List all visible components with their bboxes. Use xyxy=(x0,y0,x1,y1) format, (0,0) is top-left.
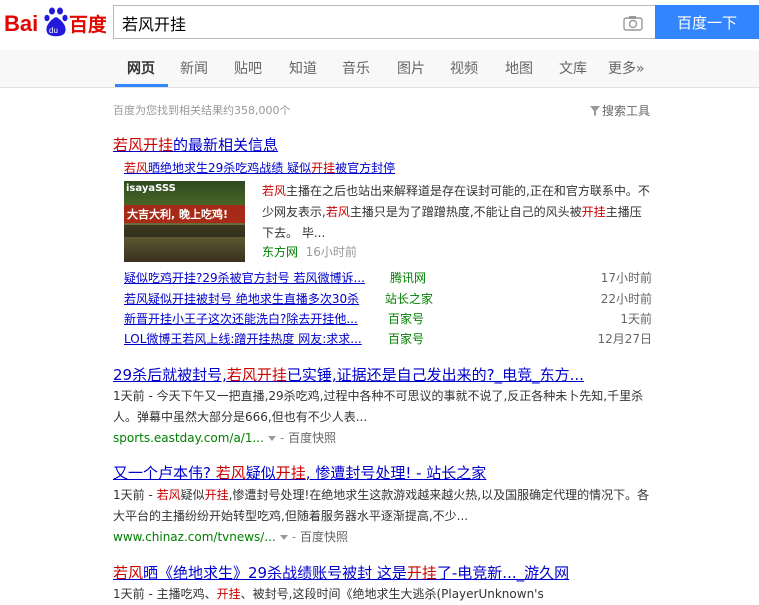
baidu-logo[interactable]: Bai du 百度 xyxy=(4,7,106,39)
cache-snapshot-link[interactable]: 百度快照 xyxy=(300,530,348,544)
snippet-part: 开挂 xyxy=(216,587,241,601)
result-snippet: 1天前 - 若风疑似开挂,惨遭封号处理!在绝地求生这款游戏越来越火热,以及国服确… xyxy=(113,485,653,527)
news-row-title[interactable]: 新晋开挂小王子这次还能洗白?除去开挂他... xyxy=(124,310,358,327)
title-part: 开挂 xyxy=(275,464,306,482)
headline-part: 开挂 xyxy=(311,161,336,175)
news-snippet: 若风主播在之后也站出来解释道是存在误封可能的,正在和官方联系中。不少网友表示,若… xyxy=(262,181,652,244)
news-row[interactable]: 疑似吃鸡开挂?29杀被官方封号 若风微博诉... 腾讯网 17小时前 xyxy=(124,269,652,287)
result-url[interactable]: www.chinaz.com/tvnews/... xyxy=(113,530,276,544)
headline-part: 若风 xyxy=(124,161,149,175)
news-row-source: 腾讯网 xyxy=(390,271,427,285)
title-part: 又一个卢本伟? xyxy=(113,464,216,482)
news-row-time: 12月27日 xyxy=(597,332,652,346)
search-tabs: 网页 新闻 贴吧 知道 音乐 图片 视频 地图 文库 更多» xyxy=(0,50,759,88)
tab-zhidao[interactable]: 知道 xyxy=(289,58,317,78)
snippet-part: 1天前 - xyxy=(113,488,157,502)
news-top-headline[interactable]: 若风晒绝地求生29杀吃鸡战绩 疑似开挂被官方封停 xyxy=(124,159,395,176)
news-row[interactable]: 若风疑似开挂被封号 绝地求生直播多次30杀 站长之家 22小时前 xyxy=(124,290,652,308)
snippet-part: 疑似 xyxy=(180,488,205,502)
search-box[interactable] xyxy=(113,5,655,39)
search-input[interactable] xyxy=(122,12,612,34)
title-part: 若风开挂 xyxy=(226,366,287,384)
news-row[interactable]: LOL微博王若风上线:蹭开挂热度 网友:求求... 百家号 12月27日 xyxy=(124,330,652,348)
snippet-part: 、被封号,这段时间《绝地求生大逃杀(PlayerUnknown's xyxy=(240,587,544,601)
cache-snapshot-link[interactable]: 百度快照 xyxy=(288,431,336,445)
news-block-title-rest: 的最新相关信息 xyxy=(173,136,279,154)
headline-part: 晒绝地求生29杀吃鸡战绩 疑似 xyxy=(148,161,312,175)
news-row-title[interactable]: 若风疑似开挂被封号 绝地求生直播多次30杀 xyxy=(124,290,359,307)
title-part: 疑似 xyxy=(245,464,276,482)
title-part: 开挂 xyxy=(406,564,437,582)
tab-map[interactable]: 地图 xyxy=(505,58,533,78)
news-source-line: 东方网 16小时前 xyxy=(262,243,357,260)
news-block-title-keyword: 若风开挂 xyxy=(113,136,174,154)
result-snippet: 1天前 - 今天下午又一把直播,29杀吃鸡,过程中各种不可思议的事就不说了,反正… xyxy=(113,389,644,424)
svg-text:du: du xyxy=(49,26,58,35)
snippet-part: 若风 xyxy=(156,488,181,502)
news-row-source: 站长之家 xyxy=(385,292,434,306)
result-url-line: www.chinaz.com/tvnews/... - 百度快照 xyxy=(113,530,348,544)
title-part: 29杀后就被封号, xyxy=(113,366,227,384)
news-row-time: 22小时前 xyxy=(600,292,652,306)
tab-tieba[interactable]: 贴吧 xyxy=(234,58,262,78)
svg-text:Bai: Bai xyxy=(4,11,38,36)
active-tab-indicator xyxy=(115,84,168,87)
news-row-source: 百家号 xyxy=(388,332,425,346)
result-url[interactable]: sports.eastday.com/a/1... xyxy=(113,431,264,445)
news-row-title[interactable]: 疑似吃鸡开挂?29杀被官方封号 若风微博诉... xyxy=(124,269,365,286)
title-part: 了-电竞新..._游久网 xyxy=(436,564,570,582)
title-part: 若风 xyxy=(215,464,246,482)
snippet-part: 开挂 xyxy=(581,205,606,219)
dropdown-arrow-icon[interactable] xyxy=(267,436,276,441)
news-row-time: 1天前 xyxy=(620,312,652,326)
thumbnail-caption-banner: 大吉大利, 晚上吃鸡! xyxy=(127,208,229,221)
news-block-title[interactable]: 若风开挂的最新相关信息 xyxy=(113,134,278,155)
snippet-part: 若风 xyxy=(325,205,350,219)
tab-wenku[interactable]: 文库 xyxy=(559,58,587,78)
dropdown-arrow-icon[interactable] xyxy=(279,535,288,540)
search-tools-button[interactable]: 搜索工具 xyxy=(590,102,650,119)
result-snippet: 1天前 - 主播吃鸡、开挂、被封号,这段时间《绝地求生大逃杀(PlayerUnk… xyxy=(113,584,653,605)
title-part: , 惨遭封号处理! - 站长之家 xyxy=(305,464,487,482)
news-row[interactable]: 新晋开挂小王子这次还能洗白?除去开挂他... 百家号 1天前 xyxy=(124,310,652,328)
thumbnail-caption: isayaSSS xyxy=(126,183,176,194)
snippet-part: 1天前 - 主播吃鸡、 xyxy=(113,587,217,601)
tab-music[interactable]: 音乐 xyxy=(342,58,370,78)
tab-news[interactable]: 新闻 xyxy=(180,58,208,78)
news-source: 东方网 xyxy=(262,245,299,259)
result-url-line: sports.eastday.com/a/1... - 百度快照 xyxy=(113,431,337,445)
result-count: 百度为您找到相关结果约358,000个 xyxy=(113,104,291,117)
title-part: 晒《绝地求生》29杀战绩账号被封 这是 xyxy=(143,564,407,582)
search-tools-label: 搜索工具 xyxy=(602,104,651,118)
snippet-part: 开挂 xyxy=(204,488,229,502)
result-title[interactable]: 29杀后就被封号,若风开挂已实锤,证据还是自己发出来的?_电竞_东方... xyxy=(113,364,584,385)
filter-icon xyxy=(590,106,600,116)
news-thumbnail[interactable]: isayaSSS 大吉大利, 晚上吃鸡! xyxy=(124,181,245,262)
title-part: 已实锤,证据还是自己发出来的?_电竞_东方... xyxy=(286,366,584,384)
tab-images[interactable]: 图片 xyxy=(397,58,425,78)
news-row-source: 百家号 xyxy=(388,312,425,326)
tab-web[interactable]: 网页 xyxy=(127,58,155,78)
title-part: 若风 xyxy=(113,564,144,582)
camera-icon[interactable] xyxy=(623,15,643,31)
tab-more[interactable]: 更多» xyxy=(608,58,645,78)
news-time: 16小时前 xyxy=(305,245,357,259)
result-title[interactable]: 又一个卢本伟? 若风疑似开挂, 惨遭封号处理! - 站长之家 xyxy=(113,462,486,483)
header: Bai du 百度 百度一下 xyxy=(0,0,759,50)
snippet-part: 主播只是为了蹭蹭热度,不能让自己的风头被 xyxy=(349,205,582,219)
headline-part: 被官方封停 xyxy=(335,161,396,175)
svg-text:百度: 百度 xyxy=(69,13,106,36)
tab-video[interactable]: 视频 xyxy=(450,58,478,78)
search-button[interactable]: 百度一下 xyxy=(655,5,759,39)
news-row-title[interactable]: LOL微博王若风上线:蹭开挂热度 网友:求求... xyxy=(124,330,362,347)
snippet-part: 若风 xyxy=(262,184,287,198)
thumbnail-stats-bar xyxy=(124,225,245,237)
news-row-time: 17小时前 xyxy=(600,271,652,285)
result-title[interactable]: 若风晒《绝地求生》29杀战绩账号被封 这是开挂了-电竞新..._游久网 xyxy=(113,562,569,583)
